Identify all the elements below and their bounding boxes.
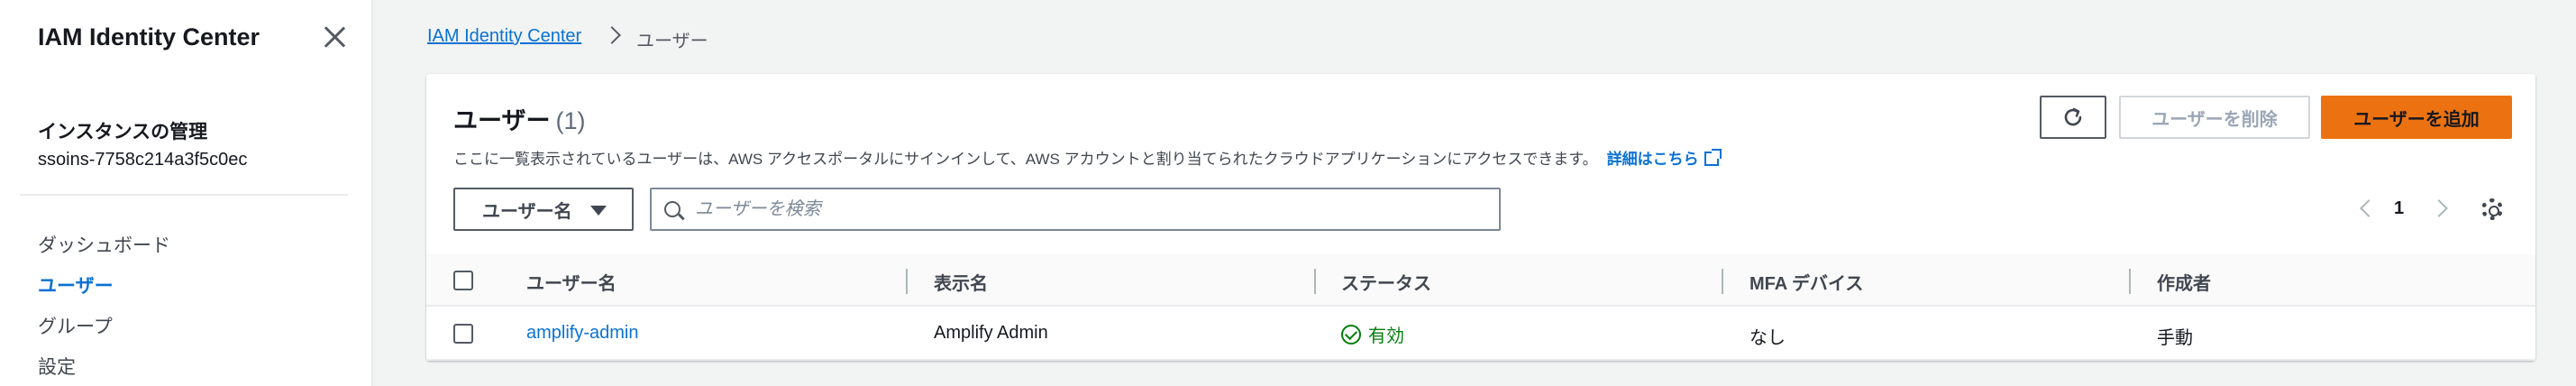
column-header-status[interactable]: ステータス: [1341, 269, 1431, 295]
sidebar-section-title: インスタンスの管理: [38, 122, 208, 142]
learn-more-link[interactable]: 詳細はこちら: [1607, 149, 1722, 168]
column-header-display-name[interactable]: 表示名: [934, 269, 988, 295]
delete-user-button[interactable]: ユーザーを削除: [2119, 96, 2310, 139]
sidebar-item-groups[interactable]: グループ: [38, 312, 113, 339]
refresh-button[interactable]: [2040, 96, 2106, 139]
sidebar-item-users[interactable]: ユーザー: [38, 271, 114, 299]
column-divider[interactable]: [1722, 269, 1723, 294]
breadcrumb-current: ユーザー: [636, 32, 708, 51]
display-name-cell: Amplify Admin: [934, 323, 1048, 343]
status-text: 有効: [1368, 326, 1404, 346]
column-header-created-by[interactable]: 作成者: [2157, 269, 2211, 295]
sidebar-item-dashboard[interactable]: ダッシュボード: [38, 231, 170, 258]
gear-icon[interactable]: [2481, 198, 2503, 220]
column-header-mfa[interactable]: MFA デバイス: [1749, 269, 1863, 295]
breadcrumb-root[interactable]: IAM Identity Center: [427, 26, 581, 47]
chevron-left-icon[interactable]: [2360, 199, 2378, 217]
column-header-username[interactable]: ユーザー名: [526, 269, 617, 295]
filter-property-label[interactable]: ユーザー名: [482, 197, 572, 223]
chevron-right-icon[interactable]: [2430, 199, 2448, 217]
refresh-icon[interactable]: [2061, 106, 2085, 129]
learn-more-label[interactable]: 詳細はこちら: [1607, 151, 1699, 168]
column-divider[interactable]: [906, 269, 908, 294]
close-icon[interactable]: [321, 23, 348, 51]
users-table-container: ユーザー (1) ここに一覧表示されているユーザーは、AWS アクセスポータルにサ…: [426, 74, 2535, 361]
panel-description: ここに一覧表示されているユーザーは、AWS アクセスポータルにサインインして、A…: [453, 146, 1722, 169]
mfa-cell: なし: [1749, 328, 1786, 348]
column-divider[interactable]: [1314, 269, 1316, 294]
search-box[interactable]: [650, 188, 1501, 231]
search-input[interactable]: [695, 189, 1488, 229]
select-all-checkbox[interactable]: [453, 271, 473, 290]
instance-id: ssoins-7758c214a3f5c0ec: [38, 150, 248, 170]
search-icon: [664, 201, 681, 217]
page-number[interactable]: 1: [2394, 198, 2404, 219]
description-text: ここに一覧表示されているユーザーは、AWS アクセスポータルにサインインして、A…: [453, 151, 1598, 168]
sidebar-divider: [20, 194, 348, 196]
check-circle-icon: [1341, 324, 1361, 345]
panel-title: ユーザー (1): [453, 101, 585, 136]
filter-property-select[interactable]: ユーザー名: [453, 188, 634, 231]
status-cell: 有効: [1341, 321, 1404, 347]
user-count: (1): [555, 107, 586, 134]
caret-down-icon[interactable]: [590, 206, 607, 216]
row-checkbox[interactable]: [453, 324, 473, 344]
table-row: amplify-admin Amplify Admin 有効 なし 手動: [426, 307, 2535, 361]
username-link[interactable]: amplify-admin: [526, 323, 638, 344]
side-navigation: IAM Identity Center インスタンスの管理 ssoins-775…: [0, 0, 373, 386]
external-link-icon[interactable]: [1704, 149, 1722, 166]
add-user-button[interactable]: ユーザーを追加: [2321, 96, 2512, 139]
column-divider[interactable]: [2129, 269, 2131, 294]
sidebar-title[interactable]: IAM Identity Center: [38, 23, 260, 51]
panel-title-text: ユーザー: [453, 107, 551, 134]
created-by-cell: 手動: [2157, 328, 2193, 348]
table-header: ユーザー名 表示名 ステータス MFA デバイス 作成者: [426, 254, 2535, 307]
sidebar-item-settings[interactable]: 設定: [38, 353, 76, 380]
chevron-right-icon: [603, 26, 621, 44]
